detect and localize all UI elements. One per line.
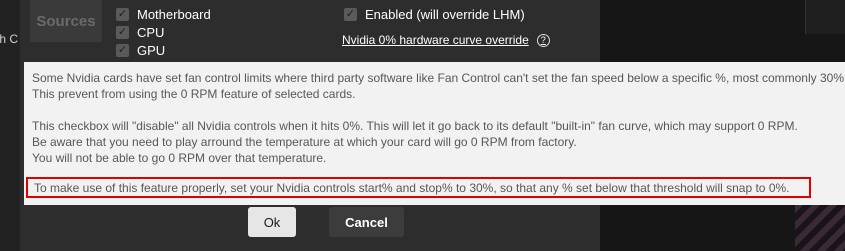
nvidia-curve-override-label: Nvidia 0% hardware curve override (342, 33, 529, 47)
tooltip-line: Be aware that you need to play arround t… (32, 135, 577, 149)
cancel-button[interactable]: Cancel (329, 207, 404, 237)
help-tooltip: Some Nvidia cards have set fan control l… (24, 62, 845, 205)
checkbox-cpu[interactable]: ✓ (116, 26, 129, 39)
sources-tab[interactable]: Sources (30, 0, 102, 42)
tooltip-line: Some Nvidia cards have set fan control l… (32, 71, 845, 85)
background-right-card (805, 0, 845, 34)
sensor-cpu-label: CPU (137, 25, 165, 40)
sensor-motherboard-label: Motherboard (137, 7, 211, 22)
sensor-gpu-label: GPU (137, 43, 166, 58)
help-icon[interactable]: ? (536, 33, 550, 47)
checkbox-motherboard[interactable]: ✓ (116, 8, 129, 21)
tooltip-line: This prevent from using the 0 RPM featur… (32, 87, 356, 101)
highlighted-tip: To make use of this feature properly, se… (26, 177, 811, 198)
sensor-gpu[interactable]: ✓ GPU (116, 43, 165, 58)
sensor-cpu[interactable]: ✓ CPU (116, 25, 164, 40)
checkbox-enabled[interactable]: ✓ (344, 8, 357, 21)
background-decoration (795, 205, 845, 251)
enabled-option-label: Enabled (will override LHM) (365, 7, 525, 22)
ok-button[interactable]: Ok (248, 207, 296, 237)
nvidia-curve-override-link[interactable]: Nvidia 0% hardware curve override ? (342, 33, 550, 47)
sensor-motherboard[interactable]: ✓ Motherboard (116, 7, 211, 22)
tooltip-line: You will not be able to go 0 RPM over th… (32, 151, 327, 165)
checkbox-gpu[interactable]: ✓ (116, 44, 129, 57)
background-left-label: th C (0, 32, 19, 46)
enabled-option[interactable]: ✓ Enabled (will override LHM) (344, 7, 525, 22)
tooltip-line: This checkbox will "disable" all Nvidia … (32, 119, 798, 133)
